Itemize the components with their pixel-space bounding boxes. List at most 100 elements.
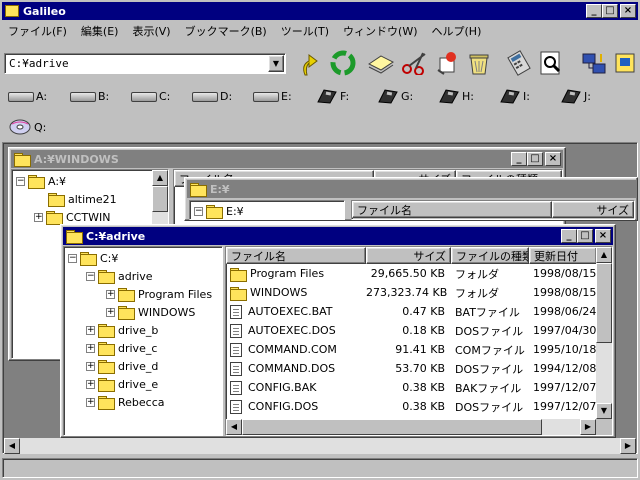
window-e-tree[interactable]: − E:¥ bbox=[189, 200, 345, 220]
col-header-type[interactable]: ファイルの種類 bbox=[451, 247, 529, 264]
file-row[interactable]: CONFIG.DOS 0.38 KB DOSファイル 1997/12/07 bbox=[226, 397, 599, 416]
filelist-hscroll[interactable]: ◀ ▶ bbox=[226, 419, 596, 435]
maximize-button[interactable]: □ bbox=[602, 4, 618, 18]
address-combo[interactable]: C:¥adrive ▼ bbox=[4, 53, 286, 74]
menu-file[interactable]: ファイル(F) bbox=[8, 23, 67, 39]
tree-item[interactable]: drive_e bbox=[118, 378, 158, 391]
menu-window[interactable]: ウィンドウ(W) bbox=[343, 23, 417, 39]
main-hscroll[interactable]: ◀ ▶ bbox=[4, 438, 636, 454]
file-row[interactable]: AUTOEXEC.BAT 0.47 KB BATファイル 1998/06/24 bbox=[226, 302, 599, 321]
drive-d[interactable]: D: bbox=[192, 90, 232, 103]
expand-toggle[interactable]: + bbox=[86, 325, 95, 335]
scroll-up-button[interactable]: ▲ bbox=[152, 170, 168, 186]
tree-item[interactable]: WINDOWS bbox=[138, 306, 195, 319]
tree-item[interactable]: A:¥ bbox=[48, 175, 66, 188]
col-header-name[interactable]: ファイル名 bbox=[226, 247, 366, 264]
scroll-thumb[interactable] bbox=[596, 263, 612, 343]
drive-e[interactable]: E: bbox=[253, 90, 292, 103]
calculator-icon[interactable] bbox=[502, 46, 536, 80]
info-icon[interactable] bbox=[608, 46, 640, 80]
menu-edit[interactable]: 編集(E) bbox=[81, 23, 119, 39]
scroll-left-button[interactable]: ◀ bbox=[4, 438, 20, 454]
close-button[interactable]: × bbox=[620, 4, 636, 18]
file-row[interactable]: COMMAND.COM 91.41 KB COMファイル 1995/10/18 bbox=[226, 340, 599, 359]
drive-g[interactable]: G: bbox=[375, 88, 413, 104]
tree-item[interactable]: Rebecca bbox=[118, 396, 165, 409]
minimize-button[interactable]: _ bbox=[586, 4, 602, 18]
search-icon[interactable] bbox=[534, 46, 568, 80]
window-c-tree[interactable]: − C:¥ − adrive + Program Files + WINDOWS + dr… bbox=[63, 246, 223, 436]
tree-item[interactable]: C:¥ bbox=[100, 252, 118, 265]
window-c-filelist[interactable]: ファイル名 サイズ ファイルの種類 更新日付 Program Files 29,6… bbox=[225, 246, 613, 436]
window-c-titlebar[interactable]: C:¥adrive _ □ × bbox=[63, 227, 613, 245]
tree-item[interactable]: E:¥ bbox=[226, 205, 244, 218]
file-row[interactable]: Program Files 29,665.50 KB フォルダ 1998/08/15 bbox=[226, 264, 599, 283]
scroll-down-button[interactable]: ▼ bbox=[596, 403, 612, 419]
collapse-toggle[interactable]: − bbox=[194, 206, 203, 216]
window-c-adrive[interactable]: C:¥adrive _ □ × − C:¥ − adrive + Program Fi… bbox=[60, 224, 616, 438]
tree-item[interactable]: altime21 bbox=[68, 193, 117, 206]
scroll-thumb[interactable] bbox=[242, 419, 542, 435]
file-row[interactable]: COMMAND.DOS 53.70 KB DOSファイル 1994/12/08 bbox=[226, 359, 599, 378]
col-header-size[interactable]: サイズ bbox=[552, 201, 634, 218]
tree-item[interactable]: drive_d bbox=[118, 360, 158, 373]
tree-item[interactable]: adrive bbox=[118, 270, 153, 283]
maximize-button[interactable]: □ bbox=[577, 229, 593, 243]
minimize-button[interactable]: _ bbox=[561, 229, 577, 243]
delete-icon[interactable] bbox=[462, 46, 496, 80]
maximize-button[interactable]: □ bbox=[527, 152, 543, 166]
drive-j[interactable]: J: bbox=[558, 88, 591, 104]
window-e-titlebar[interactable]: E:¥ bbox=[187, 180, 637, 198]
scroll-up-button[interactable]: ▲ bbox=[596, 247, 612, 263]
up-folder-icon[interactable] bbox=[294, 46, 328, 80]
close-button[interactable]: × bbox=[545, 152, 561, 166]
minimize-button[interactable]: _ bbox=[511, 152, 527, 166]
tree-item[interactable]: CCTWIN bbox=[66, 211, 110, 224]
collapse-toggle[interactable]: − bbox=[86, 271, 95, 281]
expand-toggle[interactable]: + bbox=[106, 307, 115, 317]
file-row[interactable]: CONFIG.BAK 0.38 KB BAKファイル 1997/12/07 bbox=[226, 378, 599, 397]
col-header-name[interactable]: ファイル名 bbox=[352, 201, 552, 218]
file-row[interactable]: AUTOEXEC.DOS 0.18 KB DOSファイル 1997/04/30 bbox=[226, 321, 599, 340]
scroll-right-button[interactable]: ▶ bbox=[620, 438, 636, 454]
drive-a[interactable]: A: bbox=[8, 90, 47, 103]
collapse-toggle[interactable]: − bbox=[68, 253, 77, 263]
drive-f[interactable]: F: bbox=[314, 88, 349, 104]
network-icon[interactable] bbox=[578, 46, 612, 80]
cut-icon[interactable] bbox=[398, 46, 432, 80]
tree-item[interactable]: Program Files bbox=[138, 288, 212, 301]
window-e-filelist[interactable]: ファイル名 サイズ bbox=[351, 200, 635, 220]
expand-toggle[interactable]: + bbox=[86, 343, 95, 353]
file-row[interactable]: WINDOWS 273,323.74 KB フォルダ 1998/08/15 bbox=[226, 283, 599, 302]
copy-icon[interactable] bbox=[364, 46, 398, 80]
scroll-right-button[interactable]: ▶ bbox=[580, 419, 596, 435]
expand-toggle[interactable]: + bbox=[86, 379, 95, 389]
recycle-icon[interactable] bbox=[326, 46, 360, 80]
drive-i[interactable]: I: bbox=[497, 88, 530, 104]
menu-view[interactable]: 表示(V) bbox=[132, 23, 170, 39]
window-e[interactable]: E:¥ − E:¥ ファイル名 サイズ bbox=[184, 177, 638, 221]
address-dropdown-button[interactable]: ▼ bbox=[268, 55, 284, 72]
menu-help[interactable]: ヘルプ(H) bbox=[432, 23, 482, 39]
drive-h[interactable]: H: bbox=[436, 88, 474, 104]
drive-q[interactable]: Q: bbox=[8, 118, 46, 136]
scroll-thumb[interactable] bbox=[152, 186, 168, 212]
col-header-date[interactable]: 更新日付 bbox=[529, 247, 597, 264]
expand-toggle[interactable]: + bbox=[86, 361, 95, 371]
drive-b[interactable]: B: bbox=[70, 90, 109, 103]
app-titlebar[interactable]: Galileo _ □ × bbox=[2, 2, 638, 20]
drive-c[interactable]: C: bbox=[131, 90, 170, 103]
paste-icon[interactable] bbox=[430, 46, 464, 80]
expand-toggle[interactable]: + bbox=[106, 289, 115, 299]
collapse-toggle[interactable]: − bbox=[16, 176, 25, 186]
address-input[interactable]: C:¥adrive bbox=[9, 57, 69, 70]
menu-bookmark[interactable]: ブックマーク(B) bbox=[185, 23, 267, 39]
scroll-left-button[interactable]: ◀ bbox=[226, 419, 242, 435]
col-header-size[interactable]: サイズ bbox=[366, 247, 451, 264]
window-a-titlebar[interactable]: A:¥WINDOWS _ □ × bbox=[11, 150, 563, 168]
expand-toggle[interactable]: + bbox=[86, 397, 95, 407]
tree-item[interactable]: drive_b bbox=[118, 324, 158, 337]
tree-item[interactable]: drive_c bbox=[118, 342, 157, 355]
close-button[interactable]: × bbox=[595, 229, 611, 243]
expand-toggle[interactable]: + bbox=[34, 212, 43, 222]
